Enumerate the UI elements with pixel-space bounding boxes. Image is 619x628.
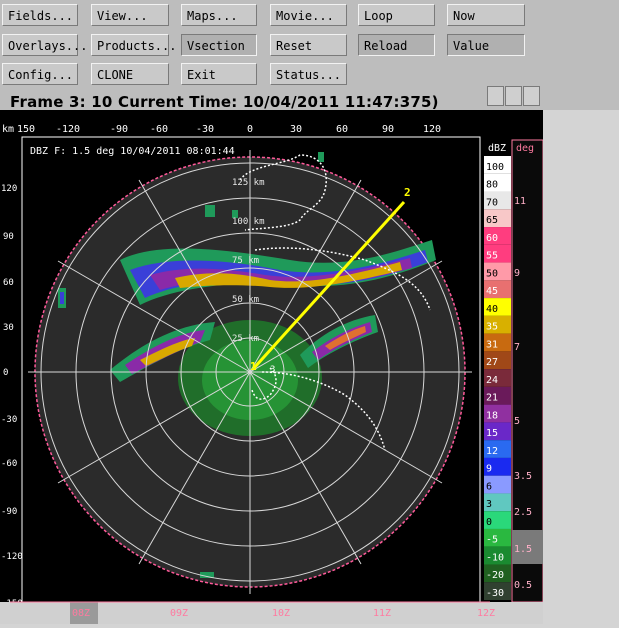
clone-button[interactable]: CLONE	[91, 63, 169, 85]
range-label-125: 125 km	[232, 178, 265, 188]
value-button[interactable]: Value	[447, 34, 525, 56]
range-label-100: 100 km	[232, 217, 265, 227]
dbz-color-scale: dBZ 100807065605550454035312724211815129…	[484, 143, 511, 600]
color-scale-label: 31	[486, 339, 498, 350]
x-tick-label: 60	[336, 124, 348, 135]
overlays-button[interactable]: Overlays...	[2, 34, 87, 56]
time-label: 10Z	[272, 608, 290, 619]
y-tick-label: -90	[1, 507, 17, 517]
elevation-label[interactable]: 1.5	[514, 544, 532, 555]
frame-title: Frame 3: 10 Current Time: 10/04/2011 11:…	[10, 93, 439, 111]
status-button[interactable]: Status...	[270, 63, 347, 85]
elevation-label[interactable]: 2.5	[514, 507, 532, 518]
vsection-point-1: 1	[250, 360, 257, 373]
color-scale-label: 27	[486, 357, 498, 368]
frame-step-box-3[interactable]	[523, 86, 540, 106]
radar-svg: 1 2 3 25 km 50 km 75 km 100 km 125 km DB…	[0, 110, 544, 624]
color-scale-label: 65	[486, 215, 498, 226]
y-tick-label: 90	[3, 232, 14, 242]
x-tick-label: -120	[56, 124, 80, 135]
range-label-50: 50 km	[232, 295, 259, 305]
color-scale-label: 55	[486, 251, 498, 262]
color-scale-label: 45	[486, 286, 498, 297]
color-scale-label: 70	[486, 197, 498, 208]
loop-button[interactable]: Loop	[358, 4, 435, 26]
elevation-label[interactable]: 11	[514, 196, 526, 207]
y-tick-label: 0	[3, 368, 8, 378]
elevation-label[interactable]: 3.5	[514, 471, 532, 482]
vsection-button[interactable]: Vsection	[181, 34, 257, 56]
y-tick-label: 120	[1, 184, 17, 194]
view-button[interactable]: View...	[91, 4, 169, 26]
maps-button[interactable]: Maps...	[181, 4, 257, 26]
y-tick-label: 60	[3, 278, 14, 288]
right-blank-panel	[543, 110, 619, 624]
x-tick-label: 150	[17, 124, 35, 135]
movie-button[interactable]: Movie...	[270, 4, 347, 26]
fields-button[interactable]: Fields...	[2, 4, 78, 26]
color-scale-label: 35	[486, 322, 498, 333]
range-label-75: 75 km	[232, 256, 259, 266]
now-button[interactable]: Now	[447, 4, 525, 26]
color-scale-label: 50	[486, 268, 498, 279]
exit-button[interactable]: Exit	[181, 63, 257, 85]
reload-button[interactable]: Reload	[358, 34, 435, 56]
color-scale-label: 80	[486, 180, 498, 191]
dbz-unit-label: dBZ	[488, 143, 506, 154]
color-scale-label: 6	[486, 481, 492, 492]
range-label-25: 25 km	[232, 334, 259, 344]
time-label: 08Z	[72, 608, 90, 619]
color-scale-label: -30	[486, 588, 504, 599]
elevation-label[interactable]: 0.5	[514, 580, 532, 591]
km-label: km	[2, 124, 14, 135]
elevation-unit-label: deg	[516, 143, 534, 154]
color-scale-label: 15	[486, 428, 498, 439]
elevation-scale: deg 11 9 7 5 3.5 2.5 1.5 0.5	[511, 139, 544, 603]
x-tick-label: -60	[150, 124, 168, 135]
x-tick-label: 90	[382, 124, 394, 135]
time-axis: 08Z 09Z 10Z 11Z 12Z	[0, 601, 543, 624]
color-scale-label: 18	[486, 410, 498, 421]
elevation-label[interactable]: 9	[514, 268, 520, 279]
color-scale-label: 60	[486, 233, 498, 244]
time-label: 09Z	[170, 608, 188, 619]
elevation-label[interactable]: 7	[514, 342, 520, 353]
reset-button[interactable]: Reset	[270, 34, 347, 56]
x-tick-label: 120	[423, 124, 441, 135]
frame-step-box-2[interactable]	[505, 86, 522, 106]
products-button[interactable]: Products...	[91, 34, 176, 56]
x-tick-label: 0	[247, 124, 253, 135]
color-scale-label: 21	[486, 393, 498, 404]
x-tick-label: 30	[290, 124, 302, 135]
toolbar: Fields... View... Maps... Movie... Loop …	[0, 0, 619, 111]
frame-step-box-1[interactable]	[487, 86, 504, 106]
y-tick-label: -60	[1, 459, 17, 469]
x-tick-label: -90	[110, 124, 128, 135]
color-scale-label: 40	[486, 304, 498, 315]
color-scale-label: 24	[486, 375, 498, 386]
time-label: 12Z	[477, 608, 495, 619]
color-scale-label: -10	[486, 552, 504, 563]
color-scale-label: -20	[486, 570, 504, 581]
color-scale-label: 100	[486, 162, 504, 173]
color-scale-label: 12	[486, 446, 498, 457]
x-tick-label: -30	[196, 124, 214, 135]
config-button[interactable]: Config...	[2, 63, 78, 85]
color-scale-label: 3	[486, 499, 492, 510]
small-overlay-label: 3	[270, 365, 275, 375]
y-tick-label: 30	[3, 323, 14, 333]
elevation-label[interactable]: 5	[514, 416, 520, 427]
y-tick-label: -120	[1, 552, 23, 562]
vsection-point-2: 2	[404, 186, 411, 199]
color-scale-label: 9	[486, 464, 492, 475]
time-label: 11Z	[373, 608, 391, 619]
y-tick-label: -30	[1, 415, 17, 425]
field-label: DBZ F: 1.5 deg 10/04/2011 08:01:44	[30, 146, 235, 157]
color-scale-label: 0	[486, 517, 492, 528]
radar-display[interactable]: 1 2 3 25 km 50 km 75 km 100 km 125 km DB…	[0, 110, 544, 624]
color-scale-label: -5	[486, 535, 498, 546]
